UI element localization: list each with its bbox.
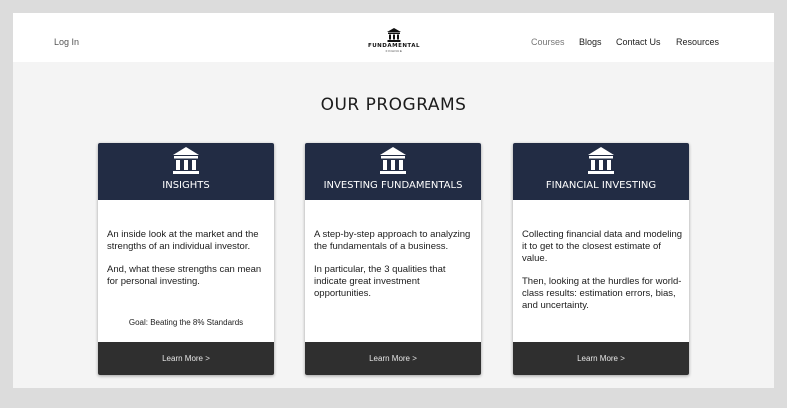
card-paragraph: A step-by-step approach to analyzing the… xyxy=(314,229,471,252)
card-paragraph: An inside look at the market and the str… xyxy=(107,229,259,252)
card-goal: Goal: Beating the 8% Standards xyxy=(128,318,244,327)
card-paragraph: Then, looking at the hurdles for world-c… xyxy=(522,276,682,311)
nav-links: Courses Blogs Contact Us Resources xyxy=(13,37,774,49)
card-description: A step-by-step approach to analyzing the… xyxy=(314,229,476,300)
card-description: An inside look at the market and the str… xyxy=(107,229,269,288)
card-header: INSIGHTS xyxy=(98,143,274,200)
nav-link-contact-us[interactable]: Contact Us xyxy=(616,37,661,47)
card-header: FINANCIAL INVESTING xyxy=(513,143,689,200)
card-title: FINANCIAL INVESTING xyxy=(545,180,657,191)
card-paragraph: And, what these strengths can mean for p… xyxy=(107,264,262,287)
learn-more-button[interactable]: Learn More > xyxy=(305,342,481,375)
nav-link-blogs[interactable]: Blogs xyxy=(579,37,602,47)
logo-subtitle: FINANCE xyxy=(385,49,403,53)
pillar-building-icon xyxy=(380,147,406,174)
nav-link-resources[interactable]: Resources xyxy=(676,37,719,47)
pillar-building-icon xyxy=(588,147,614,174)
card-title: INSIGHTS xyxy=(162,180,210,191)
nav-link-courses[interactable]: Courses xyxy=(531,37,565,47)
program-card-financial-investing: FINANCIAL INVESTING Collecting financial… xyxy=(513,143,689,375)
card-description: Collecting financial data and modeling i… xyxy=(522,229,684,312)
page-frame: Log In FUNDAMENTAL FINANCE Courses Blogs… xyxy=(13,13,774,388)
card-title: INVESTING FUNDAMENTALS xyxy=(323,180,463,191)
learn-more-button[interactable]: Learn More > xyxy=(513,342,689,375)
program-card-insights: INSIGHTS An inside look at the market an… xyxy=(98,143,274,375)
program-card-investing-fundamentals: INVESTING FUNDAMENTALS A step-by-step ap… xyxy=(305,143,481,375)
learn-more-button[interactable]: Learn More > xyxy=(98,342,274,375)
card-header: INVESTING FUNDAMENTALS xyxy=(305,143,481,200)
card-paragraph: Collecting financial data and modeling i… xyxy=(522,229,683,264)
pillar-building-icon xyxy=(173,147,199,174)
card-paragraph: In particular, the 3 qualities that indi… xyxy=(314,264,446,299)
top-navbar: Log In FUNDAMENTAL FINANCE Courses Blogs… xyxy=(13,13,774,62)
page-title: OUR PROGRAMS xyxy=(320,95,467,115)
